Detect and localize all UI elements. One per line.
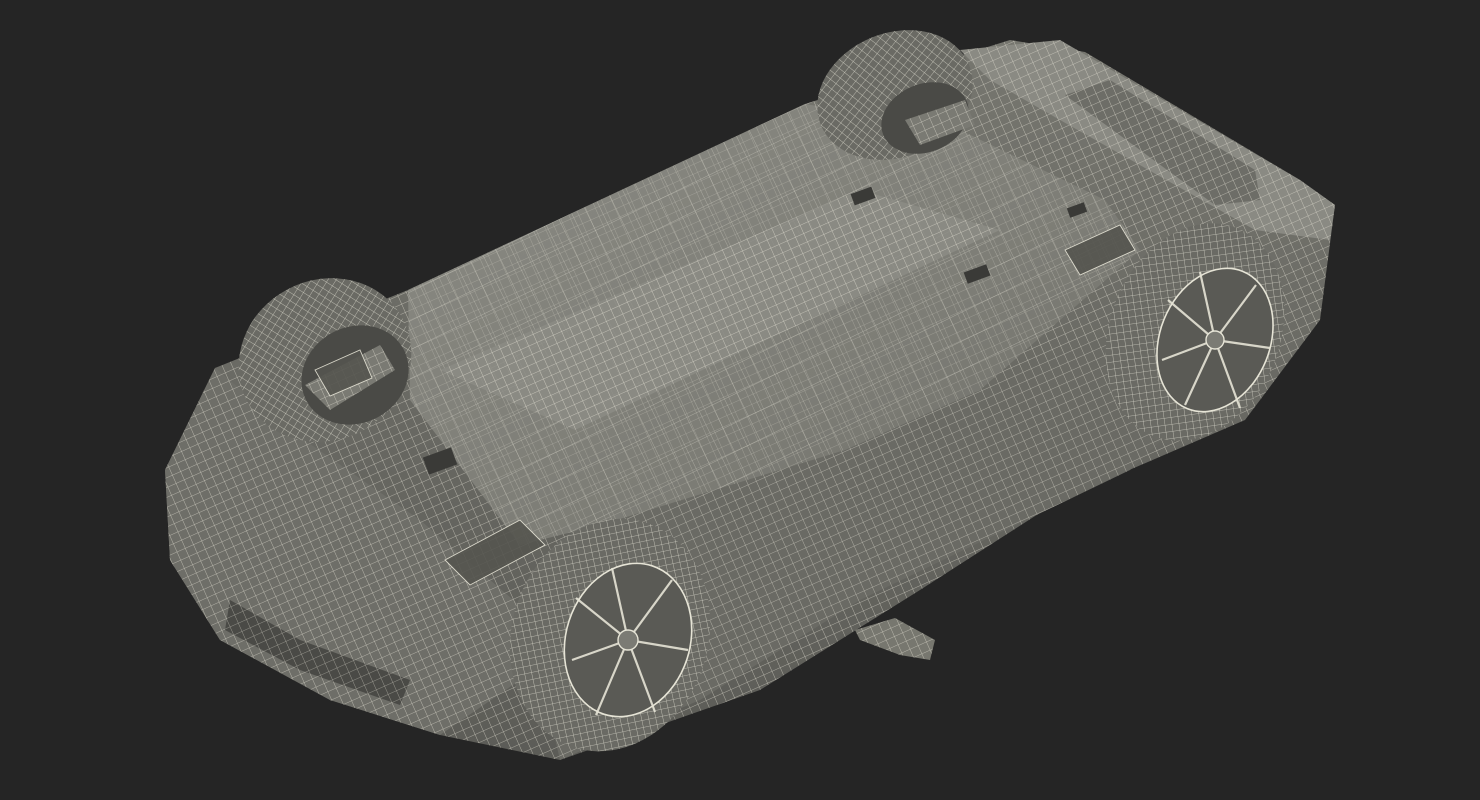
side-mirror xyxy=(855,618,935,660)
car-wireframe-render xyxy=(165,30,1335,760)
render-viewport xyxy=(0,0,1480,800)
